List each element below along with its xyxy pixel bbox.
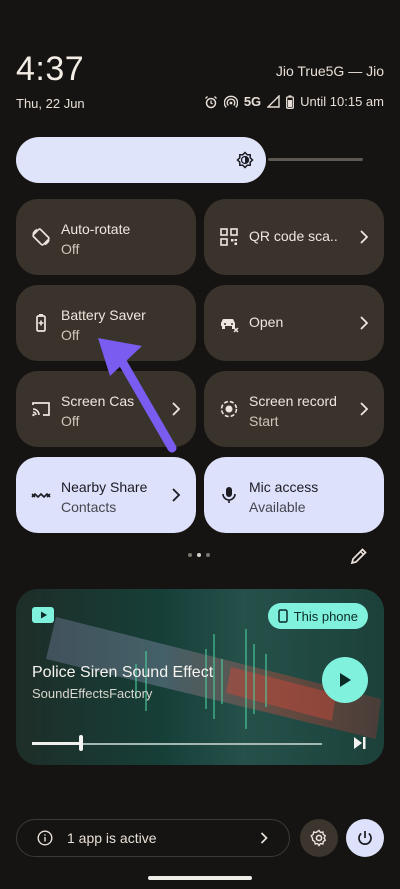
signal-icon — [267, 95, 280, 108]
output-device-label: This phone — [293, 608, 358, 624]
page-dot — [206, 553, 210, 557]
power-icon — [358, 831, 372, 845]
tile-open[interactable]: Open — [204, 285, 384, 361]
info-icon — [37, 830, 53, 846]
youtube-icon — [32, 607, 54, 623]
clock: 4:37 — [16, 50, 85, 88]
home-indicator[interactable] — [148, 876, 252, 880]
gear-icon — [310, 829, 327, 847]
tile-title: Battery Saver — [61, 307, 146, 323]
seek-handle[interactable] — [79, 735, 83, 751]
network-type: 5G — [243, 94, 262, 109]
power-button[interactable] — [346, 819, 384, 857]
tile-screen-cast[interactable]: Screen Cas Off — [16, 371, 196, 447]
page-indicator — [188, 553, 210, 557]
tile-title: Auto-rotate — [61, 221, 131, 237]
brightness-slider[interactable] — [16, 137, 266, 183]
carrier-label: Jio True5G — Jio — [275, 63, 384, 79]
play-button[interactable] — [322, 657, 368, 703]
battery-status-icon — [286, 94, 295, 109]
tile-title: Nearby Share — [61, 479, 148, 495]
tile-subtitle: Contacts — [61, 499, 117, 515]
battery-text: Until 10:15 am — [300, 94, 384, 109]
tile-subtitle: Off — [61, 241, 80, 257]
tile-nearby-share[interactable]: Nearby Share Contacts — [16, 457, 196, 533]
hotspot-icon — [223, 95, 238, 108]
page-dot-active — [197, 553, 201, 557]
media-player[interactable]: This phone Police Siren Sound Effect Sou… — [16, 589, 384, 765]
page-dot — [188, 553, 192, 557]
chevron-right-icon — [360, 316, 369, 330]
active-apps-button[interactable]: 1 app is active — [16, 819, 290, 857]
chevron-right-icon — [260, 832, 268, 844]
tile-qr-code-scanner[interactable]: QR code sca.. — [204, 199, 384, 275]
brightness-track-remaining — [268, 158, 363, 161]
tile-title: QR code sca.. — [249, 228, 338, 244]
tile-mic-access[interactable]: Mic access Available — [204, 457, 384, 533]
qr-code-icon — [220, 228, 238, 246]
tile-title: Screen record — [249, 393, 337, 409]
tile-subtitle: Start — [249, 413, 279, 429]
tile-subtitle: Off — [61, 413, 80, 429]
status-icons: 5G Until 10:15 am — [204, 94, 384, 109]
brightness-icon — [236, 151, 254, 169]
chevron-right-icon — [360, 402, 369, 416]
rotate-icon — [32, 228, 50, 246]
tile-auto-rotate[interactable]: Auto-rotate Off — [16, 199, 196, 275]
cast-icon — [32, 402, 50, 417]
tile-battery-saver[interactable]: Battery Saver Off — [16, 285, 196, 361]
chevron-right-icon — [360, 230, 369, 244]
tile-title: Open — [249, 314, 284, 330]
car-icon — [221, 319, 239, 333]
tile-subtitle: Off — [61, 327, 80, 343]
active-apps-label: 1 app is active — [67, 830, 157, 846]
nearby-share-icon — [31, 492, 51, 499]
song-title: Police Siren Sound Effect — [32, 664, 214, 681]
chevron-right-icon — [172, 488, 181, 502]
chevron-right-icon — [172, 402, 181, 416]
record-icon — [220, 400, 238, 418]
song-artist: SoundEffectsFactory — [32, 686, 153, 701]
date-label: Thu, 22 Jun — [16, 96, 85, 111]
tile-title: Mic access — [249, 479, 319, 495]
skip-next-icon[interactable] — [352, 735, 368, 751]
tile-screen-record[interactable]: Screen record Start — [204, 371, 384, 447]
pencil-icon[interactable] — [349, 546, 369, 566]
seek-progress — [32, 742, 81, 745]
phone-icon — [277, 609, 288, 623]
alarm-icon — [204, 95, 217, 108]
tile-title: Screen Cas — [61, 393, 135, 409]
battery-icon — [36, 314, 46, 332]
play-icon — [340, 673, 351, 687]
output-device-chip[interactable]: This phone — [267, 603, 368, 629]
settings-button[interactable] — [300, 819, 338, 857]
mic-icon — [222, 487, 236, 503]
tile-subtitle: Available — [249, 499, 306, 515]
